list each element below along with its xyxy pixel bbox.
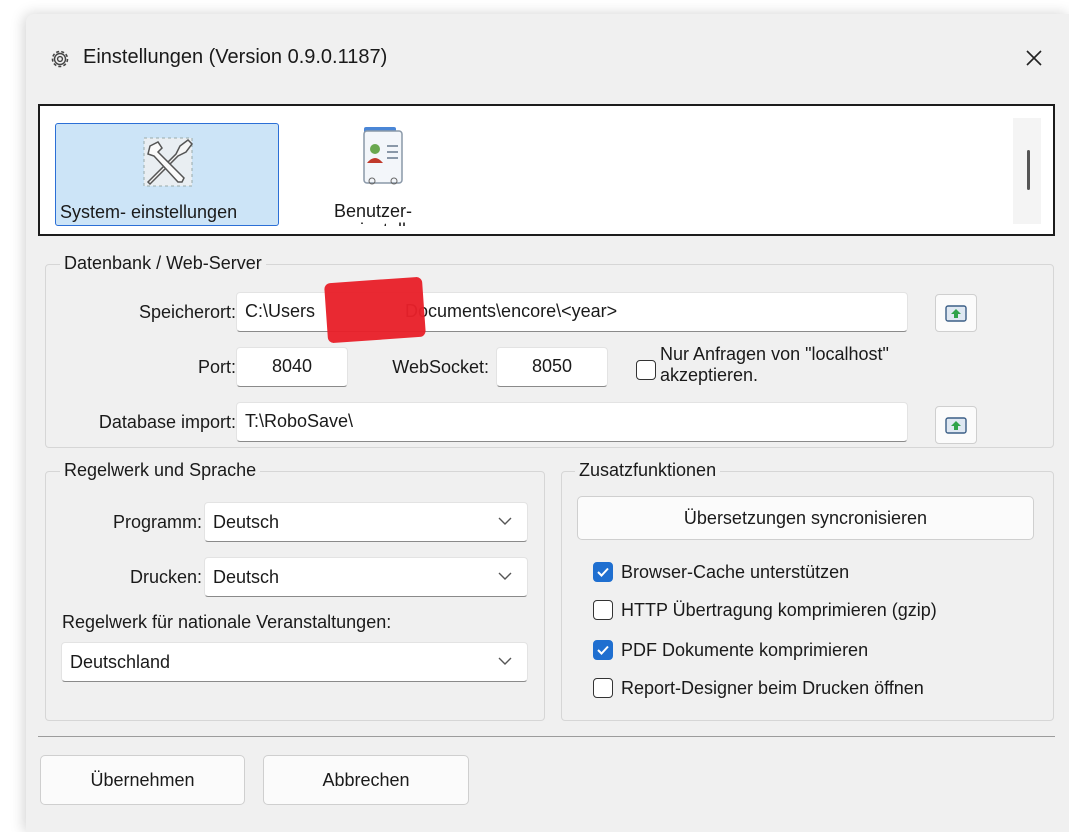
chevron-down-icon bbox=[498, 657, 512, 665]
gear-icon bbox=[51, 50, 69, 68]
websocket-input[interactable]: 8050 bbox=[496, 347, 608, 387]
chevron-down-icon bbox=[498, 517, 512, 525]
browser-cache-checkbox[interactable] bbox=[593, 562, 613, 582]
pdf-compress-label: PDF Dokumente komprimieren bbox=[621, 640, 869, 660]
drucken-select-value: Deutsch bbox=[213, 567, 280, 587]
speicherort-value-suffix: Documents\encore\<year> bbox=[405, 301, 618, 321]
footer-separator bbox=[38, 736, 1055, 737]
database-import-label: Database import: bbox=[98, 412, 236, 432]
speicherort-label: Speicherort: bbox=[138, 302, 236, 322]
close-button[interactable] bbox=[1016, 40, 1052, 76]
speicherort-value-prefix: C:\Users bbox=[245, 301, 316, 321]
port-label: Port: bbox=[197, 357, 236, 377]
close-icon bbox=[1026, 50, 1042, 66]
drucken-label: Drucken: bbox=[129, 567, 202, 587]
chevron-down-icon bbox=[498, 572, 512, 580]
localhost-label-line1: Nur Anfragen von "localhost" bbox=[660, 344, 889, 364]
national-rules-select-value: Deutschland bbox=[70, 652, 171, 672]
national-rules-label: Regelwerk für nationale Veranstaltungen: bbox=[62, 612, 392, 632]
folder-up-icon bbox=[945, 417, 967, 434]
wrench-screwdriver-icon bbox=[143, 137, 193, 187]
drucken-select[interactable]: Deutsch bbox=[204, 557, 528, 597]
database-group-title: Datenbank / Web-Server bbox=[60, 253, 266, 274]
cancel-button[interactable]: Abbrechen bbox=[263, 755, 469, 805]
apply-button[interactable]: Übernehmen bbox=[40, 755, 245, 805]
browser-cache-label: Browser-Cache unterstützen bbox=[621, 562, 850, 582]
programm-select-value: Deutsch bbox=[213, 512, 280, 532]
pdf-compress-checkbox[interactable] bbox=[593, 640, 613, 660]
national-rules-select[interactable]: Deutschland bbox=[61, 642, 528, 682]
checkmark-icon bbox=[597, 645, 609, 655]
rules-language-group-title: Regelwerk und Sprache bbox=[60, 460, 261, 481]
localhost-label-line2: akzeptieren. bbox=[660, 365, 759, 385]
programm-select[interactable]: Deutsch bbox=[204, 502, 528, 542]
category-user-settings-label-cut: einstellungen bbox=[350, 220, 450, 226]
sync-translations-button[interactable]: Übersetzungen syncronisieren bbox=[577, 496, 1034, 540]
folder-up-icon bbox=[945, 305, 967, 322]
report-designer-checkbox[interactable] bbox=[593, 678, 613, 698]
scrollbar-thumb[interactable] bbox=[1027, 150, 1030, 190]
websocket-label: WebSocket: bbox=[392, 357, 489, 377]
category-system-settings-label: System- einstellungen bbox=[60, 202, 238, 222]
category-user-settings[interactable]: Benutzer- einstellungen bbox=[330, 123, 450, 226]
window-title: Einstellungen (Version 0.9.0.1187) bbox=[83, 46, 388, 68]
extras-group-title: Zusatzfunktionen bbox=[575, 460, 721, 481]
port-input[interactable]: 8040 bbox=[236, 347, 348, 387]
settings-dialog: Einstellungen (Version 0.9.0.1187) Syste… bbox=[26, 14, 1069, 832]
category-scrollbar[interactable] bbox=[1013, 118, 1041, 224]
database-import-browse-button[interactable] bbox=[935, 406, 977, 444]
user-card-icon bbox=[363, 127, 403, 185]
category-user-settings-label: Benutzer- bbox=[334, 201, 413, 221]
http-gzip-label: HTTP Übertragung komprimieren (gzip) bbox=[621, 600, 937, 620]
redaction-mark bbox=[324, 276, 426, 344]
http-gzip-checkbox[interactable] bbox=[593, 600, 613, 620]
category-panel: System- einstellungen Benutzer- einstell… bbox=[38, 104, 1055, 236]
database-import-input[interactable]: T:\RoboSave\ bbox=[236, 402, 908, 442]
category-system-settings[interactable]: System- einstellungen bbox=[55, 123, 279, 226]
checkmark-icon bbox=[597, 567, 609, 577]
programm-label: Programm: bbox=[112, 512, 202, 532]
speicherort-browse-button[interactable] bbox=[935, 294, 977, 332]
report-designer-label: Report-Designer beim Drucken öffnen bbox=[621, 678, 924, 698]
localhost-only-label: Nur Anfragen von "localhost" akzeptieren… bbox=[660, 344, 960, 386]
localhost-only-checkbox[interactable] bbox=[636, 360, 656, 380]
